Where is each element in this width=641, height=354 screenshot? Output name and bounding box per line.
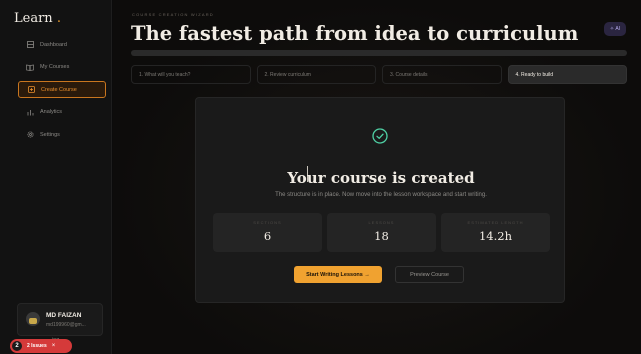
- sidebar-item-my-courses[interactable]: My Courses: [18, 59, 106, 76]
- sidebar-item-settings[interactable]: Settings: [18, 126, 106, 143]
- stat-value: 18: [374, 229, 389, 243]
- progress-bar: [131, 50, 627, 56]
- avatar: [26, 312, 40, 326]
- stats-row: SECTIONS 6 LESSONS 18 ESTIMATED LENGTH 1…: [213, 213, 550, 252]
- wizard-label: COURSE CREATION WIZARD: [132, 12, 214, 17]
- card-subtitle: The structure is in place. Now move into…: [275, 192, 487, 198]
- sidebar-item-label: Analytics: [40, 109, 63, 115]
- create-icon: [27, 86, 35, 94]
- issues-label: 2 Issues: [27, 343, 47, 349]
- stat-label: LESSONS: [368, 220, 395, 225]
- stat-sections: SECTIONS 6: [213, 213, 322, 252]
- step-2[interactable]: 2. Review curriculum: [256, 65, 376, 84]
- issues-count: 2: [12, 341, 22, 351]
- issues-badge[interactable]: 2 2 Issues ×: [10, 339, 72, 353]
- stat-lessons: LESSONS 18: [327, 213, 436, 252]
- stat-label: ESTIMATED LENGTH: [467, 220, 524, 225]
- brand-logo[interactable]: Learn .: [14, 11, 61, 26]
- card-title: Your course is created: [287, 169, 475, 187]
- stat-estimated-length: ESTIMATED LENGTH 14.2h: [441, 213, 550, 252]
- sidebar-item-dashboard[interactable]: Dashboard: [18, 36, 106, 53]
- sidebar-item-label: Dashboard: [40, 41, 67, 48]
- stat-value: 6: [263, 229, 272, 243]
- brand-name: Learn: [14, 11, 53, 26]
- sidebar-item-label: My Courses: [40, 64, 70, 70]
- ai-assistant-button[interactable]: ✧ AI: [604, 22, 626, 36]
- wizard-steps: 1. What will you teach? 2. Review curric…: [131, 65, 627, 84]
- course-created-card: Your course is created The structure is …: [195, 97, 565, 303]
- gear-icon: [26, 131, 34, 139]
- bar-chart-icon: [26, 108, 34, 116]
- brand-dot: .: [56, 11, 61, 26]
- step-4[interactable]: 4. Ready to build: [507, 65, 627, 84]
- close-icon[interactable]: ×: [52, 343, 56, 349]
- stat-label: SECTIONS: [253, 220, 282, 225]
- step-3[interactable]: 3. Course details: [382, 65, 502, 84]
- preview-course-button[interactable]: Preview Course: [395, 266, 464, 283]
- sidebar: Learn . Dashboard My Courses Create Cour…: [0, 0, 112, 354]
- check-circle-icon: [372, 128, 388, 144]
- dashboard-icon: [26, 41, 34, 49]
- user-name: MD FAIZAN: [46, 312, 82, 319]
- user-profile-card[interactable]: MD FAIZAN md199960@gm...: [17, 303, 103, 336]
- sidebar-nav: Dashboard My Courses Create Course Analy…: [18, 36, 106, 149]
- start-writing-lessons-button[interactable]: Start Writing Lessons →: [294, 266, 382, 283]
- ai-label: AI: [615, 26, 621, 32]
- stat-value: 14.2h: [478, 229, 512, 243]
- book-icon: [26, 63, 34, 71]
- sidebar-item-create-course[interactable]: Create Course: [18, 81, 106, 98]
- user-email: md199960@gm...: [46, 322, 86, 328]
- sidebar-item-analytics[interactable]: Analytics: [18, 104, 106, 121]
- main-content: COURSE CREATION WIZARD The fastest path …: [113, 0, 641, 354]
- step-1[interactable]: 1. What will you teach?: [131, 65, 251, 84]
- page-title: The fastest path from idea to curriculum: [131, 22, 579, 45]
- sidebar-item-label: Create Course: [41, 86, 77, 93]
- sidebar-item-label: Settings: [40, 131, 60, 138]
